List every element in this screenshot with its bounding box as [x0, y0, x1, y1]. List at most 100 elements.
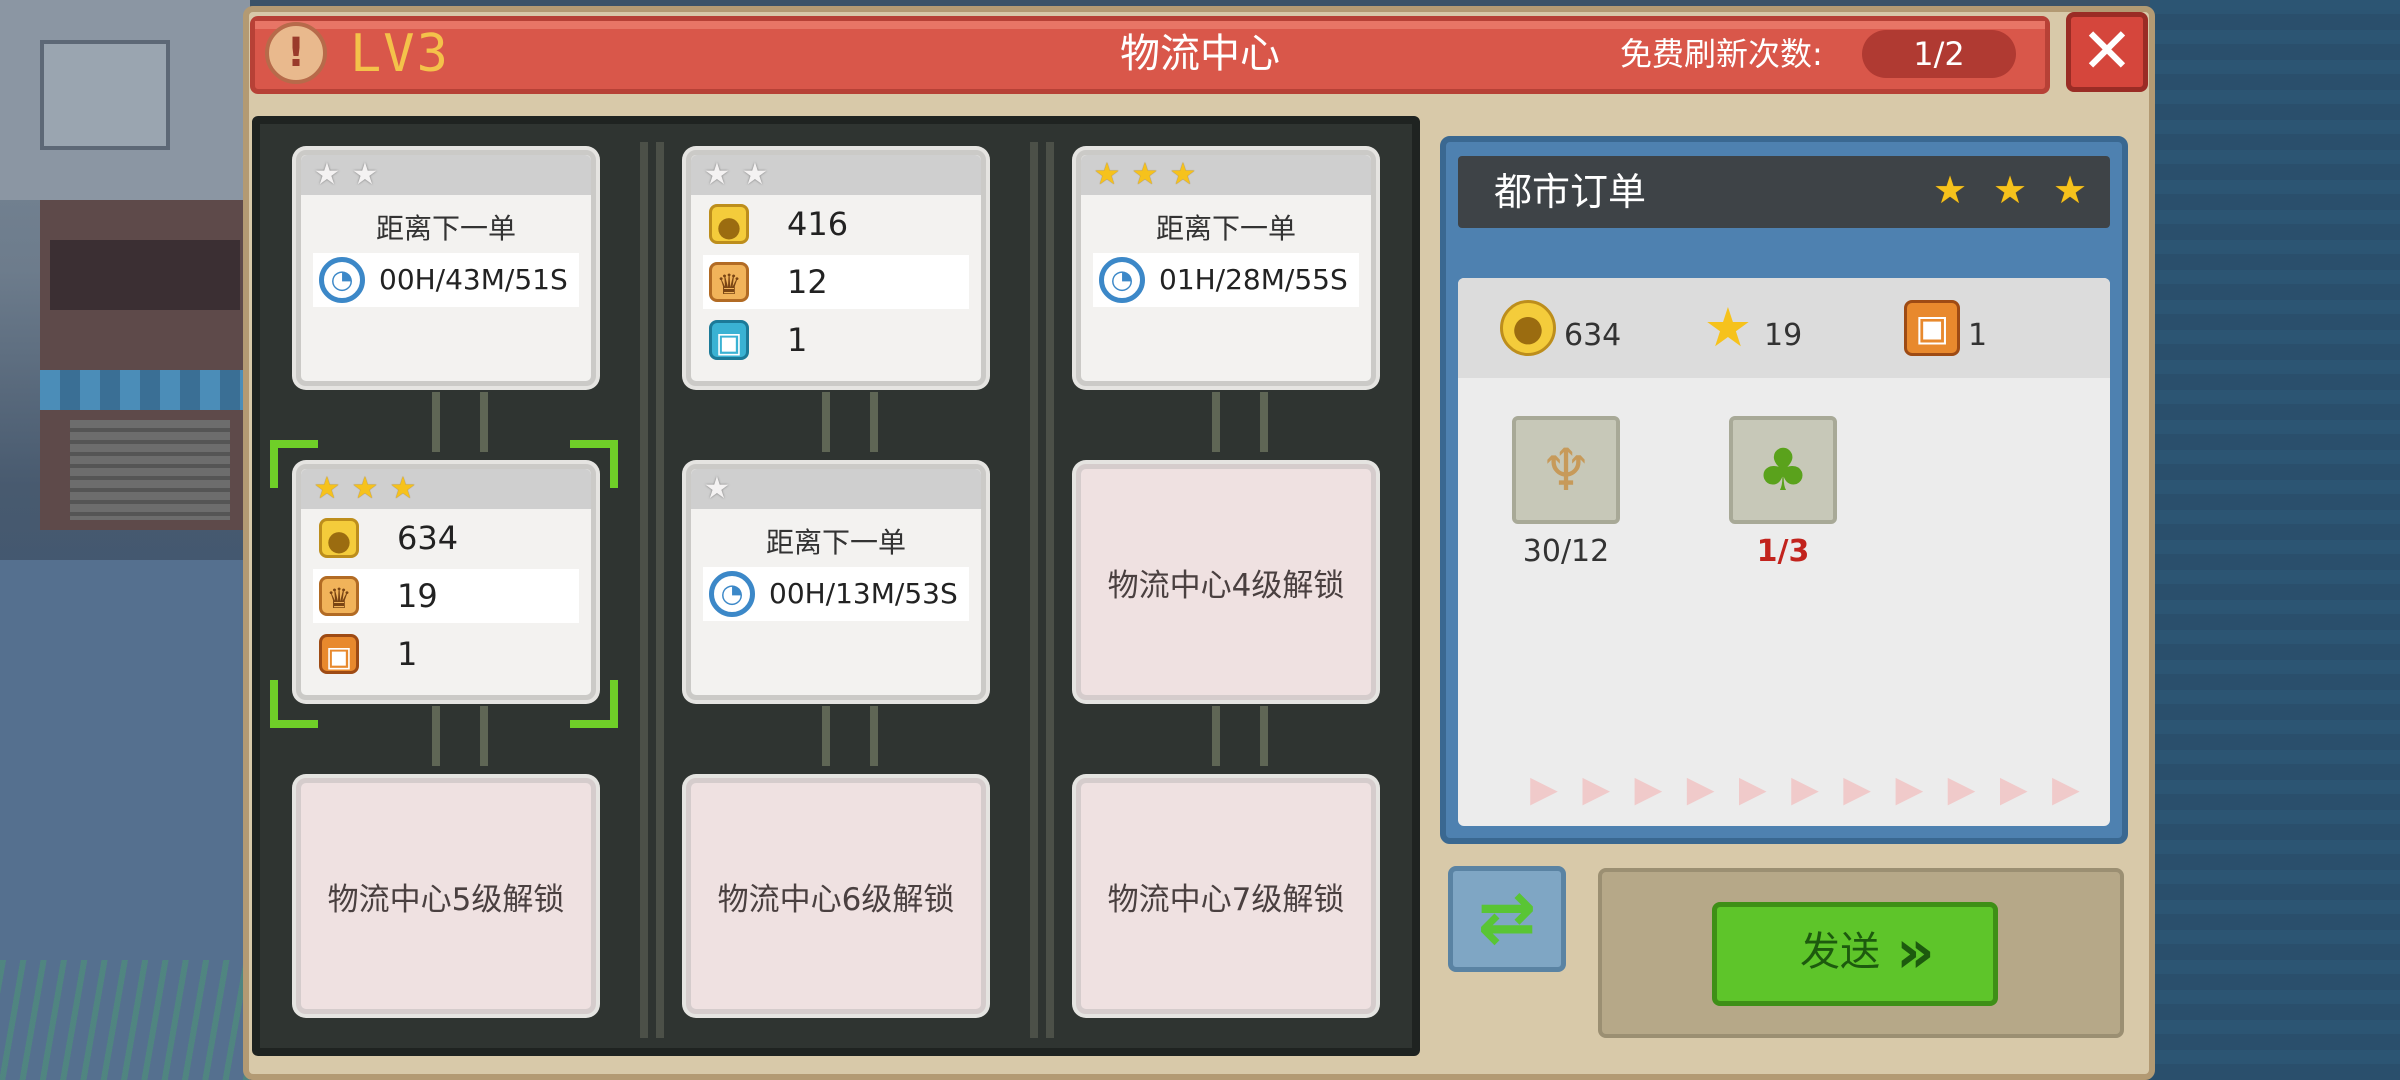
reward-chef: 19 [397, 577, 438, 615]
countdown-time: 01H/28M/55S [1159, 263, 1348, 296]
order-card-2[interactable]: ★ ★ ● 416 ♛ 12 ▣ 1 [686, 150, 986, 386]
chef-hat-icon: ♛ [709, 262, 749, 302]
shop-window [50, 240, 240, 310]
free-refresh-label: 免费刷新次数: [1620, 35, 1823, 73]
star-rating: ★ ★ [701, 159, 771, 191]
reward-row-box: ▣ 1 [703, 313, 969, 367]
blue-box-icon: ▣ [709, 320, 749, 360]
star-icon: ★ [741, 157, 769, 192]
star-icon: ★ [703, 471, 731, 506]
star-icon: ★ [703, 157, 731, 192]
order-card-3[interactable]: ★ ★ ★ 距离下一单 ◔ 01H/28M/55S [1076, 150, 1376, 386]
shop-building [40, 200, 250, 530]
countdown-row: ◔ 00H/43M/51S [313, 253, 579, 307]
detail-title: 都市订单 [1494, 170, 1647, 214]
refresh-order-button[interactable]: ⇄ [1448, 866, 1566, 972]
arrow-icon: ▶ [1895, 769, 1924, 810]
star-icon: ★ [313, 157, 341, 192]
board-divider [1046, 142, 1054, 1038]
star-icon: ★ [2052, 168, 2088, 212]
next-order-label: 距离下一单 [375, 212, 516, 245]
clock-icon: ◔ [709, 571, 755, 617]
rope [1260, 392, 1268, 452]
star-icon: ★ [389, 471, 417, 506]
locked-slot-7[interactable]: 物流中心7级解锁 [1076, 778, 1376, 1014]
rope [480, 392, 488, 452]
unlock-requirement: 物流中心6级解锁 [717, 881, 955, 918]
refresh-icon: ⇄ [1477, 876, 1537, 958]
order-card-5[interactable]: ★ 距离下一单 ◔ 00H/13M/53S [686, 464, 986, 700]
rope [432, 706, 440, 766]
rope [432, 392, 440, 452]
order-card-1[interactable]: ★ ★ 距离下一单 ◔ 00H/43M/51S [296, 150, 596, 386]
board-divider [1030, 142, 1038, 1038]
pear-icon[interactable]: ♣ [1729, 416, 1837, 524]
reward-row-coins: ● 634 [313, 511, 579, 565]
reward-row-box: ▣ 1 [313, 627, 579, 681]
coin-icon: ● [1500, 300, 1556, 356]
selection-corner [570, 440, 618, 488]
shop-awning [40, 370, 250, 410]
star-icon: ★ [351, 471, 379, 506]
order-card-4[interactable]: ★ ★ ★ ● 634 ♛ 19 ▣ 1 [296, 464, 596, 700]
reward-box: 1 [787, 321, 808, 359]
next-order-label: 距离下一单 [1155, 212, 1296, 245]
selection-corner [570, 680, 618, 728]
reward-row-coins: ● 416 [703, 197, 969, 251]
star-rating: ★ ★ ★ [311, 473, 419, 505]
wheat-icon[interactable]: ♆ [1512, 416, 1620, 524]
reward-chef: 12 [787, 263, 828, 301]
unlock-requirement: 物流中心4级解锁 [1107, 567, 1345, 604]
reward-coins: 634 [397, 519, 459, 557]
arrow-icon: ▶ [1530, 769, 1558, 810]
arrow-icon: ▶ [1582, 769, 1611, 810]
rope [480, 706, 488, 766]
next-order-label: 距离下一单 [765, 526, 906, 559]
arrow-icon: ▶ [1947, 769, 1976, 810]
rope [870, 706, 878, 766]
orange-box-icon: ▣ [319, 634, 359, 674]
rope [822, 392, 830, 452]
reward-coins-value: 634 [1564, 318, 1622, 353]
reward-box: 1 [397, 635, 418, 673]
star-icon: ★ [1169, 157, 1197, 192]
rope [1260, 706, 1268, 766]
selection-corner [270, 440, 318, 488]
material-count-insufficient: 1/3 [1756, 534, 1810, 569]
page-title: 物流中心 [1120, 31, 1280, 77]
star-icon: ★ [1992, 168, 2028, 212]
rope [1212, 706, 1220, 766]
countdown-time: 00H/13M/53S [769, 577, 958, 610]
countdown-time: 00H/43M/51S [379, 263, 568, 296]
countdown-row: ◔ 00H/13M/53S [703, 567, 969, 621]
arrow-icon: ▶ [1634, 769, 1663, 810]
star-icon: ★ [1131, 157, 1159, 192]
close-button[interactable]: ✕ [2066, 12, 2148, 92]
rope [870, 392, 878, 452]
unlock-requirement: 物流中心7级解锁 [1107, 881, 1345, 918]
board-divider [640, 142, 648, 1038]
gift-box-icon: ▣ [1904, 300, 1960, 356]
locked-slot-4[interactable]: 物流中心4级解锁 [1076, 464, 1376, 700]
arrow-icon: ▶ [1738, 769, 1767, 810]
card-header [691, 469, 981, 509]
board-divider [656, 142, 664, 1038]
send-button-label: 发送 [1800, 929, 1880, 975]
rooftop-structure [40, 40, 170, 150]
rope [822, 706, 830, 766]
locked-slot-5[interactable]: 物流中心5级解锁 [296, 778, 596, 1014]
unlock-requirement: 物流中心5级解锁 [327, 881, 565, 918]
star-rating: ★ ★ ★ [1091, 159, 1199, 191]
reward-row-chef: ♛ 12 [703, 255, 969, 309]
locked-slot-6[interactable]: 物流中心6级解锁 [686, 778, 986, 1014]
info-icon[interactable]: ! [265, 22, 327, 84]
arrow-icon: ▶ [1843, 769, 1871, 810]
shop-shutter [70, 420, 230, 520]
star-icon: ★ [1932, 168, 1968, 212]
chef-hat-icon: ♛ [319, 576, 359, 616]
fast-forward-icon: » [1896, 917, 1935, 987]
star-rating: ★ [701, 473, 733, 505]
progress-arrows: ▶ ▶ ▶ ▶ ▶ ▶ ▶ ▶ ▶ ▶ ▶ [1530, 770, 2080, 820]
reward-gift-value: 1 [1968, 318, 1988, 353]
reward-row-chef: ♛ 19 [313, 569, 579, 623]
